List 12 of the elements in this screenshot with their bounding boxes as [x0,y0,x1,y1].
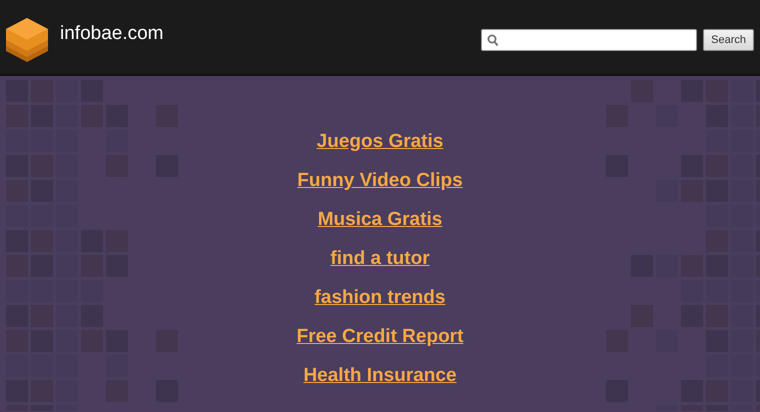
link[interactable]: Free Credit Report [296,325,464,349]
logo-icon [4,16,50,64]
search-button[interactable]: Search [703,29,754,51]
link[interactable]: Juegos Gratis [316,130,444,154]
link[interactable]: Musica Gratis [318,208,442,232]
search-field[interactable] [481,29,698,51]
site-name: infobae.com [60,23,164,45]
link[interactable]: find a tutor [330,247,430,271]
link[interactable]: fashion trends [314,286,446,310]
link[interactable]: Health Insurance [303,364,457,388]
search-icon [487,34,500,47]
link[interactable]: Funny Video Clips [297,169,463,193]
